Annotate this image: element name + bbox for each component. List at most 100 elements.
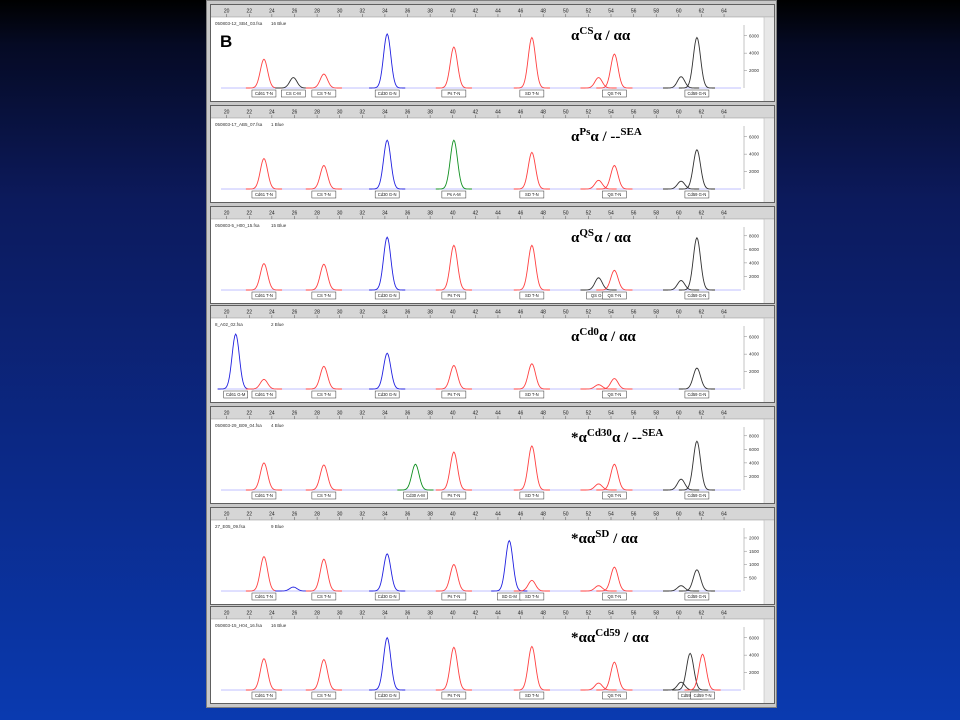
svg-text:Ps T-N: Ps T-N: [448, 392, 461, 397]
x-tick-label: 64: [721, 411, 727, 417]
y-tick-label: 1500: [749, 549, 760, 554]
x-tick-label: 48: [540, 9, 546, 15]
electropherogram-panel-1: 20 22 24 26 28 30 32 34 36 38 40 42 44 46 48 50 52 54 56 58…: [210, 4, 775, 102]
peak-trace: [596, 378, 633, 390]
x-tick-label: 60: [676, 310, 682, 316]
genotype-label: *ααCd59 / αα: [571, 627, 649, 646]
peak-trace: [369, 636, 406, 691]
x-tick-label: 64: [721, 110, 727, 116]
x-tick-label: 34: [382, 512, 388, 518]
peak-trace: [580, 682, 617, 691]
x-tick-label: 28: [314, 211, 320, 217]
svg-text:SD T-N: SD T-N: [525, 293, 539, 298]
panel-plot: 20 22 24 26 28 30 32 34 36 38 40 42 44 46 48 50 52 54 56 58…: [211, 207, 774, 303]
electropherogram-panel-2: 20 22 24 26 28 30 32 34 36 38 40 42 44 46 48 50 52 54 56 58…: [210, 105, 775, 203]
svg-text:CS T-N: CS T-N: [317, 594, 331, 599]
x-tick-label: 24: [269, 9, 275, 15]
sample-file-label: 27_E05_09.fsa: [215, 524, 246, 529]
y-tick-label: 4000: [749, 152, 760, 157]
svg-text:Cd30 G-N: Cd30 G-N: [378, 594, 397, 599]
peak-label: SD T-N: [519, 390, 545, 399]
peak-trace: [663, 76, 700, 89]
x-tick-label: 22: [246, 110, 252, 116]
x-tick-label: 54: [608, 310, 614, 316]
x-tick-label: 44: [495, 9, 501, 15]
svg-text:Cd59 G-N: Cd59 G-N: [687, 293, 706, 298]
peak-trace: [663, 180, 700, 190]
x-tick-label: 64: [721, 611, 727, 617]
x-tick-label: 20: [224, 611, 230, 617]
x-tick-label: 26: [292, 9, 298, 15]
electropherogram-panel-5: 20 22 24 26 28 30 32 34 36 38 40 42 44 46 48 50 52 54 56 58…: [210, 406, 775, 504]
x-tick-label: 20: [224, 512, 230, 518]
y-tick-label: 2000: [749, 536, 760, 541]
x-tick-label: 58: [653, 110, 659, 116]
panel-plot: 20 22 24 26 28 30 32 34 36 38 40 42 44 46 48 50 52 54 56 58…: [211, 607, 774, 703]
peak-trace: [369, 553, 406, 592]
x-tick-label: 36: [405, 211, 411, 217]
peak-label: SD G-M: [497, 592, 522, 601]
sample-file-label: 8_A02_02.fsa: [215, 322, 243, 327]
electropherogram-panel-6: 20 22 24 26 28 30 32 34 36 38 40 42 44 46 48 50 52 54 56 58…: [210, 507, 775, 605]
peak-trace: [435, 139, 472, 190]
svg-text:Cd61 T-N: Cd61 T-N: [255, 91, 273, 96]
sample-file-label: 050803-17_AB5_07.fsa: [215, 122, 263, 127]
svg-text:SD T-N: SD T-N: [525, 594, 539, 599]
x-tick-label: 46: [518, 211, 524, 217]
y-tick-label: 2000: [749, 474, 760, 479]
peak-label: Cd59 G-N: [684, 291, 710, 300]
x-tick-label: 64: [721, 310, 727, 316]
peak-trace: [580, 77, 617, 89]
y-tick-label: 8000: [749, 233, 760, 238]
x-tick-label: 62: [699, 310, 705, 316]
x-tick-label: 62: [699, 411, 705, 417]
x-tick-label: 58: [653, 310, 659, 316]
x-tick-label: 56: [631, 411, 637, 417]
svg-text:CS T-N: CS T-N: [317, 192, 331, 197]
x-tick-label: 40: [450, 310, 456, 316]
x-tick-label: 44: [495, 411, 501, 417]
x-tick-label: 20: [224, 9, 230, 15]
x-tick-label: 52: [586, 512, 592, 518]
peak-label: Cd59 G-N: [684, 592, 710, 601]
peak-label: Cd61 T-N: [251, 491, 277, 500]
x-tick-label: 58: [653, 611, 659, 617]
electropherogram-figure: 20 22 24 26 28 30 32 34 36 38 40 42 44 46 48 50 52 54 56 58…: [206, 0, 777, 708]
sample-file-label: 050803-12_SB4_03.fsa: [215, 21, 263, 26]
x-tick-label: 46: [518, 512, 524, 518]
panel-plot: 20 22 24 26 28 30 32 34 36 38 40 42 44 46 48 50 52 54 56 58…: [211, 407, 774, 503]
peak-label: SD T-N: [519, 691, 545, 700]
peak-trace: [305, 263, 342, 291]
peak-trace: [435, 46, 472, 89]
svg-text:CS T-N: CS T-N: [317, 693, 331, 698]
x-tick-label: 46: [518, 110, 524, 116]
svg-text:CS T-N: CS T-N: [317, 493, 331, 498]
genotype-label: αQSα / αα: [571, 227, 631, 246]
sample-dye-label: 16 Blue: [271, 21, 287, 26]
x-tick-label: 38: [427, 512, 433, 518]
peak-label: Ps T-N: [441, 291, 467, 300]
x-tick-label: 34: [382, 611, 388, 617]
peak-label: Cd59 T-N: [690, 691, 715, 700]
x-tick-label: 60: [676, 411, 682, 417]
x-tick-label: 36: [405, 411, 411, 417]
x-tick-label: 52: [586, 611, 592, 617]
peak-trace: [663, 280, 700, 291]
peak-label: Cd30 G-N: [374, 691, 400, 700]
peak-label: Cd61 T-N: [251, 691, 277, 700]
svg-text:Cd59 G-N: Cd59 G-N: [687, 91, 706, 96]
x-tick-label: 56: [631, 211, 637, 217]
svg-text:SD T-N: SD T-N: [525, 192, 539, 197]
svg-text:Ps T-N: Ps T-N: [448, 493, 461, 498]
genotype-label: αPsα / --SEA: [571, 126, 642, 145]
peak-trace: [435, 563, 472, 592]
peak-trace: [369, 236, 406, 291]
x-tick-label: 46: [518, 310, 524, 316]
peak-trace: [305, 464, 342, 491]
peak-label: SD T-N: [519, 190, 545, 199]
x-tick-label: 64: [721, 211, 727, 217]
genotype-label: αCSα / αα: [571, 25, 631, 44]
y-tick-label: 4000: [749, 653, 760, 658]
panel-plot: 20 22 24 26 28 30 32 34 36 38 40 42 44 46 48 50 52 54 56 58…: [211, 5, 774, 101]
peak-label: SD T-N: [519, 291, 545, 300]
